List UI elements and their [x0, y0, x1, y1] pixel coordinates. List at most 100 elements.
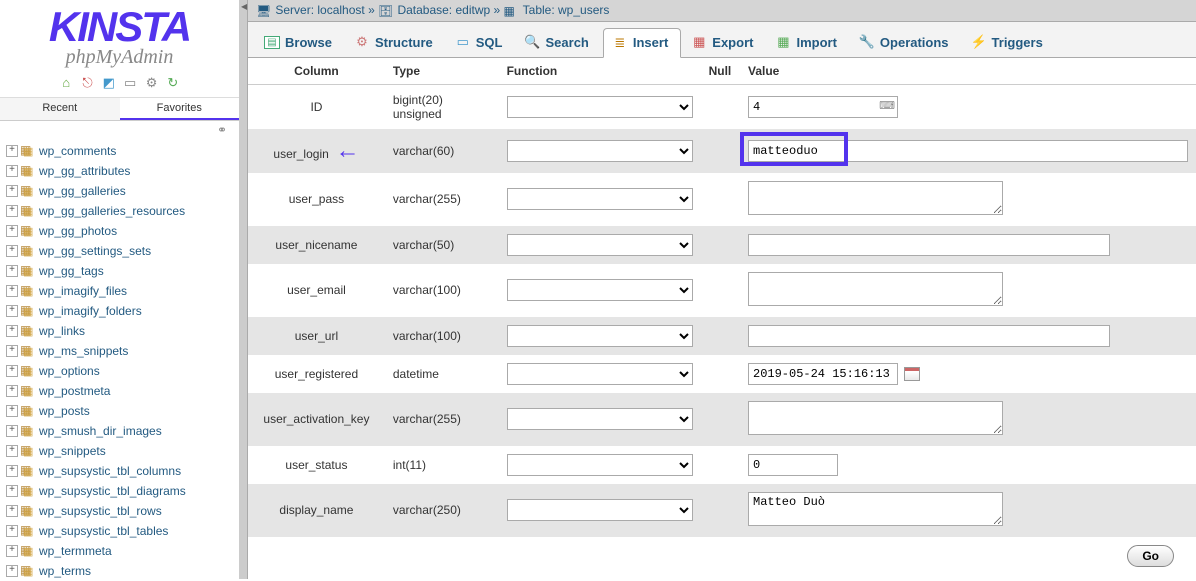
expand-icon[interactable]: +: [6, 345, 18, 357]
function-select-user_url[interactable]: [507, 325, 693, 347]
expand-icon[interactable]: +: [6, 265, 18, 277]
expand-icon[interactable]: +: [6, 565, 18, 577]
tree-item-wp_gg_settings_sets[interactable]: +wp_gg_settings_sets: [6, 241, 239, 261]
tree-label: wp_gg_photos: [39, 224, 117, 238]
reload-icon[interactable]: ↻: [165, 75, 181, 91]
tree-item-wp_smush_dir_images[interactable]: +wp_smush_dir_images: [6, 421, 239, 441]
expand-icon[interactable]: +: [6, 485, 18, 497]
expand-icon[interactable]: +: [6, 545, 18, 557]
tree-item-wp_imagify_files[interactable]: + wp_imagify_files: [6, 281, 239, 301]
expand-icon[interactable]: +: [6, 525, 18, 537]
tree-item-wp_ms_snippets[interactable]: +wp_ms_snippets: [6, 341, 239, 361]
query-icon[interactable]: ▭: [122, 75, 138, 91]
tab-favorites[interactable]: Favorites: [120, 98, 240, 120]
expand-icon[interactable]: +: [6, 145, 18, 157]
tab-recent[interactable]: Recent: [0, 98, 120, 120]
nav-settings-icon[interactable]: ⚙: [144, 75, 160, 91]
tree-item-wp_options[interactable]: +wp_options: [6, 361, 239, 381]
tab-browse[interactable]: ▤Browse: [256, 28, 344, 57]
crumb-server[interactable]: Server: localhost: [275, 3, 364, 17]
docs-icon[interactable]: ◩: [101, 75, 117, 91]
tree-label: wp_gg_tags: [39, 264, 104, 278]
expand-icon[interactable]: +: [6, 365, 18, 377]
column-name: user_email: [287, 283, 346, 297]
tree-item-wp_links[interactable]: +wp_links: [6, 321, 239, 341]
tree-item-wp_gg_photos[interactable]: + wp_gg_photos: [6, 221, 239, 241]
expand-icon[interactable]: +: [6, 205, 18, 217]
tab-triggers[interactable]: ⚡Triggers: [963, 28, 1055, 57]
tab-label: Insert: [633, 35, 668, 50]
tree-item-wp_supsystic_tbl_columns[interactable]: +wp_supsystic_tbl_columns: [6, 461, 239, 481]
function-select-user_login[interactable]: [507, 140, 693, 162]
expand-icon[interactable]: +: [6, 425, 18, 437]
tab-label: Search: [546, 35, 589, 50]
value-input-display_name[interactable]: Matteo Duò: [748, 492, 1003, 526]
value-input-user_activation_key[interactable]: [748, 401, 1003, 435]
tree-item-wp_gg_galleries[interactable]: +wp_gg_galleries: [6, 181, 239, 201]
tab-sql[interactable]: ▭SQL: [447, 28, 515, 57]
expand-icon[interactable]: +: [6, 405, 18, 417]
function-select-user_nicename[interactable]: [507, 234, 693, 256]
tree-item-wp_snippets[interactable]: +wp_snippets: [6, 441, 239, 461]
home-icon[interactable]: ⌂: [58, 75, 74, 91]
crumb-table[interactable]: Table: wp_users: [523, 3, 610, 17]
tab-insert[interactable]: ≣Insert: [603, 28, 681, 58]
calendar-icon[interactable]: [904, 367, 920, 381]
crumb-database[interactable]: Database: editwp: [397, 3, 490, 17]
tab-export[interactable]: ▦Export: [683, 28, 765, 57]
expand-icon[interactable]: +: [6, 245, 18, 257]
tree-item-wp_comments[interactable]: +wp_comments: [6, 141, 239, 161]
function-select-user_status[interactable]: [507, 454, 693, 476]
tree-item-wp_termmeta[interactable]: +wp_termmeta: [6, 541, 239, 561]
expand-icon[interactable]: +: [6, 285, 18, 297]
value-input-user_pass[interactable]: [748, 181, 1003, 215]
function-select-user_registered[interactable]: [507, 363, 693, 385]
expand-icon[interactable]: +: [6, 185, 18, 197]
go-button[interactable]: Go: [1127, 545, 1174, 567]
tab-operations[interactable]: 🔧Operations: [851, 28, 961, 57]
table-icon: [20, 163, 36, 179]
tree-item-wp_gg_attributes[interactable]: +wp_gg_attributes: [6, 161, 239, 181]
function-select-user_email[interactable]: [507, 279, 693, 301]
expand-icon[interactable]: +: [6, 445, 18, 457]
value-input-user_url[interactable]: [748, 325, 1110, 347]
tree-item-wp_gg_galleries_resources[interactable]: +wp_gg_galleries_resources: [6, 201, 239, 221]
expand-icon[interactable]: +: [6, 385, 18, 397]
search-icon: 🔍: [525, 34, 541, 50]
tree-item-wp_supsystic_tbl_tables[interactable]: +wp_supsystic_tbl_tables: [6, 521, 239, 541]
expand-icon[interactable]: +: [6, 325, 18, 337]
browse-icon: ▤: [264, 34, 280, 50]
value-input-user_status[interactable]: [748, 454, 838, 476]
function-select-display_name[interactable]: [507, 499, 693, 521]
expand-icon[interactable]: +: [6, 305, 18, 317]
tree-label: wp_imagify_files: [39, 284, 127, 298]
tree-item-wp_posts[interactable]: +wp_posts: [6, 401, 239, 421]
value-input-user_nicename[interactable]: [748, 234, 1110, 256]
tree-item-wp_gg_tags[interactable]: + wp_gg_tags: [6, 261, 239, 281]
expand-icon[interactable]: +: [6, 505, 18, 517]
function-select-user_activation_key[interactable]: [507, 408, 693, 430]
expand-icon[interactable]: +: [6, 225, 18, 237]
function-select-user_pass[interactable]: [507, 188, 693, 210]
function-select-ID[interactable]: [507, 96, 693, 118]
tree-item-wp_supsystic_tbl_diagrams[interactable]: +wp_supsystic_tbl_diagrams: [6, 481, 239, 501]
value-input-ID[interactable]: [748, 96, 898, 118]
value-input-user_login[interactable]: [748, 140, 1188, 162]
tree-item-wp_supsystic_tbl_rows[interactable]: +wp_supsystic_tbl_rows: [6, 501, 239, 521]
tab-search[interactable]: 🔍 Search: [517, 28, 601, 57]
tree-item-wp_imagify_folders[interactable]: +wp_imagify_folders: [6, 301, 239, 321]
link-icon[interactable]: ⚭: [217, 123, 227, 137]
tree-item-wp_postmeta[interactable]: +wp_postmeta: [6, 381, 239, 401]
sidebar-resizer[interactable]: [240, 0, 248, 579]
column-name: user_activation_key: [263, 412, 369, 426]
logout-icon[interactable]: ⎋: [79, 75, 95, 91]
tab-import[interactable]: ▦Import: [767, 28, 848, 57]
column-type: varchar(60): [385, 129, 499, 173]
expand-icon[interactable]: +: [6, 165, 18, 177]
expand-icon[interactable]: +: [6, 465, 18, 477]
column-type: varchar(255): [385, 173, 499, 226]
value-input-user_registered[interactable]: [748, 363, 898, 385]
tree-item-wp_terms[interactable]: +wp_terms: [6, 561, 239, 581]
value-input-user_email[interactable]: [748, 272, 1003, 306]
tab-structure[interactable]: ⚙Structure: [346, 28, 445, 57]
